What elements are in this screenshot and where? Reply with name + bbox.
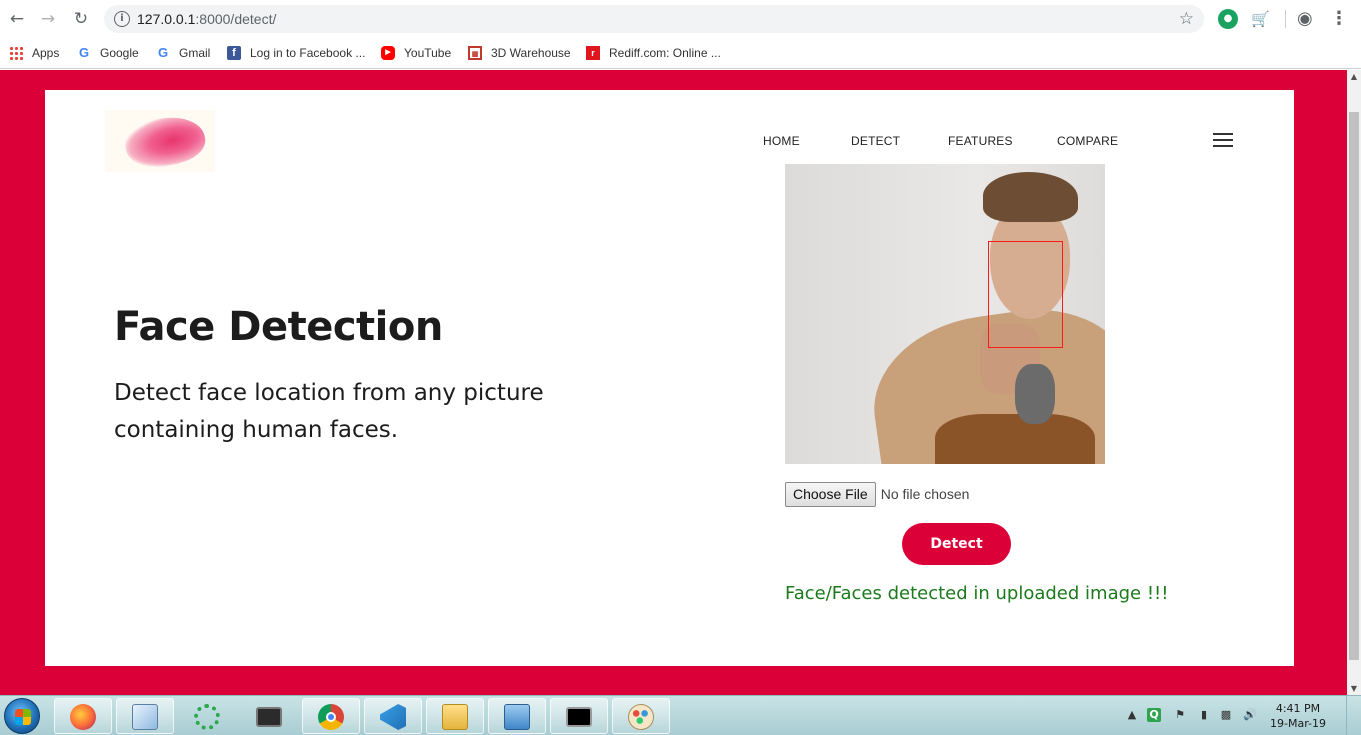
taskbar-paint[interactable] <box>612 698 670 734</box>
page-title: Face Detection <box>114 304 443 350</box>
bookmark-label: YouTube <box>404 46 452 60</box>
firefox-icon <box>70 704 96 730</box>
chrome-icon <box>318 704 344 730</box>
url-text[interactable]: 127.0.0.1:8000/detect/ <box>137 11 276 27</box>
bookmark-google[interactable]: G Google <box>77 43 139 63</box>
loading-ring-icon <box>194 704 220 730</box>
detection-result-message: Face/Faces detected in uploaded image !!… <box>785 583 1169 604</box>
detect-button[interactable]: Detect <box>902 523 1011 565</box>
bookmark-facebook[interactable]: f Log in to Facebook ... <box>227 43 365 63</box>
clock-date: 19-Mar-19 <box>1270 717 1326 730</box>
taskbar-vscode[interactable] <box>364 698 422 734</box>
file-explorer-icon <box>442 704 468 730</box>
nav-home[interactable]: HOME <box>763 134 800 148</box>
bookmark-apps[interactable]: Apps <box>9 43 59 63</box>
bookmark-youtube[interactable]: ▶ YouTube <box>381 43 451 63</box>
star-icon[interactable]: ☆ <box>1179 9 1194 29</box>
show-desktop-button[interactable] <box>1346 696 1361 735</box>
notepad-icon <box>132 704 158 730</box>
facebook-icon: f <box>227 46 241 60</box>
bookmark-label: Gmail <box>179 46 211 60</box>
bookmark-label: 3D Warehouse <box>491 46 571 60</box>
logo-graphic <box>120 110 210 172</box>
bookmark-label: Rediff.com: Online ... <box>609 46 721 60</box>
hamburger-menu-icon[interactable] <box>1213 133 1233 147</box>
address-bar[interactable]: i 127.0.0.1:8000/detect/ ☆ <box>104 5 1204 33</box>
kebab-menu-icon[interactable]: ⋮ <box>1330 9 1350 29</box>
taskbar-firefox[interactable] <box>54 698 112 734</box>
reload-icon[interactable]: ↻ <box>70 8 92 30</box>
info-icon[interactable]: i <box>114 11 130 27</box>
nav-detect[interactable]: DETECT <box>851 134 900 148</box>
file-status-text: No file chosen <box>880 486 970 502</box>
tray-expand-icon[interactable]: ▲ <box>1125 708 1139 722</box>
content-card: HOME DETECT FEATURES COMPARE Face Detect… <box>45 90 1294 666</box>
nav-features[interactable]: FEATURES <box>948 134 1013 148</box>
bookmark-label: Apps <box>32 46 60 60</box>
bookmark-label: Log in to Facebook ... <box>250 46 366 60</box>
scrollbar-thumb[interactable] <box>1349 112 1359 660</box>
browser-toolbar: ← → ↻ i 127.0.0.1:8000/detect/ ☆ ● 🛒 ◉ ⋮ <box>0 0 1361 38</box>
start-button[interactable] <box>4 698 40 734</box>
taskbar-control-panel[interactable] <box>488 698 546 734</box>
cmd-icon <box>566 707 592 727</box>
google-icon: G <box>157 45 169 60</box>
google-icon: G <box>78 45 90 60</box>
cart-extension-icon[interactable]: 🛒 <box>1251 9 1271 29</box>
youtube-icon: ▶ <box>381 46 395 60</box>
scroll-up-arrow-icon[interactable]: ▲ <box>1347 72 1361 81</box>
choose-file-button[interactable]: Choose File <box>785 481 876 507</box>
terminal-icon <box>256 707 282 727</box>
windows-taskbar: ▲ Q ⚑ ▮ ▩ 🔊 4:41 PM 19-Mar-19 <box>0 695 1361 735</box>
apps-grid-icon <box>9 46 23 60</box>
paint-icon <box>628 704 654 730</box>
battery-icon[interactable]: ▮ <box>1197 708 1211 722</box>
bookmarks-bar: Apps G Google G Gmail f Log in to Facebook … <box>0 38 1361 69</box>
bookmark-gmail[interactable]: G Gmail <box>156 43 210 63</box>
system-clock[interactable]: 4:41 PM 19-Mar-19 <box>1262 701 1334 731</box>
back-arrow-icon[interactable]: ← <box>6 8 28 30</box>
taskbar-terminal[interactable] <box>240 698 298 734</box>
forward-arrow-icon[interactable]: → <box>37 8 59 30</box>
volume-icon[interactable]: 🔊 <box>1243 708 1257 722</box>
url-path: :8000/detect/ <box>195 11 277 27</box>
scroll-down-arrow-icon[interactable]: ▼ <box>1347 684 1361 693</box>
3d-warehouse-icon: ▦ <box>468 46 482 60</box>
taskbar-loading[interactable] <box>178 698 236 734</box>
taskbar-chrome[interactable] <box>302 698 360 734</box>
uploaded-photo <box>785 164 1105 464</box>
nav-compare[interactable]: COMPARE <box>1057 134 1118 148</box>
bookmark-3d-warehouse[interactable]: ▦ 3D Warehouse <box>468 43 571 63</box>
bookmark-rediff[interactable]: r Rediff.com: Online ... <box>586 43 721 63</box>
file-input[interactable]: Choose File No file chosen <box>785 481 969 507</box>
page-viewport: HOME DETECT FEATURES COMPARE Face Detect… <box>0 70 1347 695</box>
clock-time: 4:41 PM <box>1275 702 1321 715</box>
url-host: 127.0.0.1 <box>137 11 196 27</box>
windows-logo-icon <box>15 709 31 725</box>
bookmark-label: Google <box>100 46 139 60</box>
tray-q-icon[interactable]: Q <box>1147 708 1161 722</box>
toolbar-divider <box>1285 10 1286 28</box>
action-center-flag-icon[interactable]: ⚑ <box>1173 708 1187 722</box>
control-panel-icon <box>504 704 530 730</box>
vscode-icon <box>380 704 406 730</box>
face-detection-box <box>988 241 1063 348</box>
profile-icon[interactable]: ◉ <box>1297 9 1317 29</box>
site-logo[interactable] <box>105 110 215 172</box>
shopping-extension-icon[interactable]: ● <box>1218 9 1238 29</box>
rediff-icon: r <box>586 46 600 60</box>
taskbar-file-explorer[interactable] <box>426 698 484 734</box>
page-subtitle: Detect face location from any picture co… <box>114 380 544 443</box>
taskbar-notepad[interactable] <box>116 698 174 734</box>
taskbar-cmd[interactable] <box>550 698 608 734</box>
network-signal-icon[interactable]: ▩ <box>1219 708 1233 722</box>
vertical-scrollbar[interactable]: ▲ ▼ <box>1347 70 1361 695</box>
